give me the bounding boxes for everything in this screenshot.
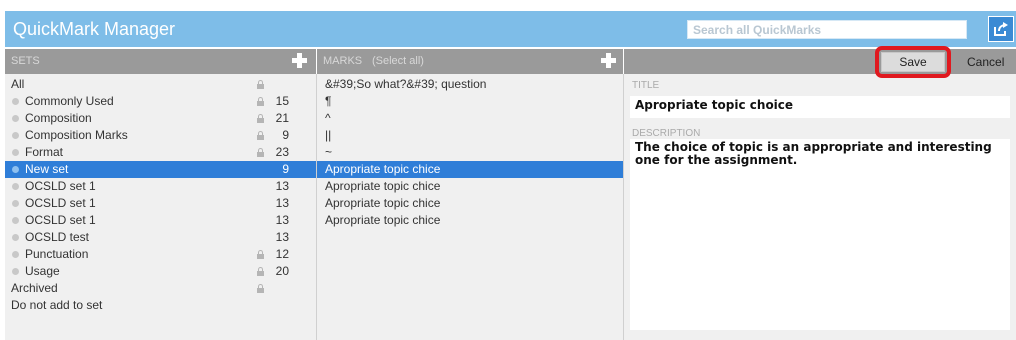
set-item-label: OCSLD set 1: [25, 196, 96, 210]
export-button[interactable]: [988, 16, 1014, 42]
set-item[interactable]: Commonly Used 15: [5, 93, 316, 110]
mark-item-label: Apropriate topic chice: [325, 162, 441, 176]
set-item[interactable]: Format 23: [5, 144, 316, 161]
set-item-count: 15: [275, 94, 289, 108]
set-color-dot-icon: [12, 149, 19, 156]
set-item-label: Do not add to set: [11, 298, 103, 312]
marks-list: &#39;So what?&#39; question ¶ ^ || ~ Apropria…: [317, 74, 624, 340]
lock-icon: [257, 250, 264, 259]
set-item[interactable]: OCSLD set 1 13: [5, 195, 316, 212]
set-color-dot-icon: [12, 183, 19, 190]
set-item-label: Archived: [11, 281, 58, 295]
lock-icon: [257, 284, 264, 293]
sets-header: SETS: [5, 49, 316, 74]
mark-item[interactable]: &#39;So what?&#39; question: [317, 76, 623, 93]
set-item-label: Composition Marks: [25, 128, 128, 142]
select-all-link[interactable]: (Select all): [372, 55, 424, 67]
mark-item[interactable]: Apropriate topic chice: [317, 161, 623, 178]
mark-item[interactable]: Apropriate topic chice: [317, 212, 623, 229]
set-item-count: 13: [275, 230, 289, 244]
mark-item-label: ~: [325, 145, 333, 159]
set-item[interactable]: Composition 21: [5, 110, 316, 127]
export-icon: [994, 22, 1008, 36]
set-item[interactable]: Composition Marks 9: [5, 127, 316, 144]
set-item-count: 20: [275, 264, 289, 278]
title-label: TITLE: [632, 80, 660, 91]
mark-item-label: ||: [325, 128, 332, 142]
set-item[interactable]: Punctuation 12: [5, 246, 316, 263]
set-item-label: New set: [25, 162, 69, 176]
add-mark-icon[interactable]: [601, 53, 616, 68]
set-item-count: 21: [275, 111, 289, 125]
set-item-count: 13: [275, 196, 289, 210]
set-item-count: 23: [275, 145, 289, 159]
description-field[interactable]: The choice of topic is an appropriate an…: [630, 139, 1010, 330]
set-item-count: 9: [282, 162, 289, 176]
mark-item[interactable]: ||: [317, 127, 623, 144]
set-item[interactable]: All: [5, 76, 316, 93]
description-label: DESCRIPTION: [632, 128, 701, 139]
set-item[interactable]: OCSLD test 13: [5, 229, 316, 246]
set-color-dot-icon: [12, 251, 19, 258]
set-item-label: Format: [25, 145, 64, 159]
lock-icon: [257, 148, 264, 157]
mark-item-label: ¶: [325, 94, 332, 108]
set-color-dot-icon: [12, 200, 19, 207]
mark-item[interactable]: Apropriate topic chice: [317, 178, 623, 195]
app-title: QuickMark Manager: [13, 19, 176, 39]
set-item[interactable]: Usage 20: [5, 263, 316, 280]
set-item-count: 13: [275, 213, 289, 227]
set-item-count: 13: [275, 179, 289, 193]
set-item-label: Usage: [25, 264, 60, 278]
set-item-label: OCSLD set 1: [25, 179, 96, 193]
cancel-button[interactable]: Cancel: [967, 55, 1004, 69]
lock-icon: [257, 267, 264, 276]
set-color-dot-icon: [12, 115, 19, 122]
set-color-dot-icon: [12, 268, 19, 275]
set-item-label: Composition: [25, 111, 92, 125]
title-bar: QuickMark Manager: [5, 11, 1016, 47]
quickmark-manager-window: QuickMark Manager SETS MARKS (Select all…: [5, 11, 1016, 340]
set-color-dot-icon: [12, 166, 19, 173]
marks-header-label: MARKS: [323, 55, 363, 67]
sets-header-label: SETS: [11, 55, 40, 67]
marks-header: MARKS (Select all): [317, 49, 623, 74]
mark-item-label: Apropriate topic chice: [325, 179, 441, 193]
add-set-icon[interactable]: [292, 53, 307, 68]
set-item[interactable]: Do not add to set: [5, 297, 316, 314]
save-button-highlight: [875, 46, 951, 78]
mark-item[interactable]: ¶: [317, 93, 623, 110]
set-item[interactable]: New set 9: [5, 161, 316, 178]
set-color-dot-icon: [12, 132, 19, 139]
set-item-label: Commonly Used: [25, 94, 114, 108]
set-color-dot-icon: [12, 98, 19, 105]
mark-item-label: ^: [325, 111, 331, 125]
lock-icon: [257, 114, 264, 123]
set-item-count: 12: [275, 247, 289, 261]
mark-item[interactable]: ^: [317, 110, 623, 127]
set-item[interactable]: OCSLD set 1 13: [5, 212, 316, 229]
mark-item-label: Apropriate topic chice: [325, 196, 441, 210]
set-item-label: All: [11, 77, 25, 91]
mark-item[interactable]: Apropriate topic chice: [317, 195, 623, 212]
set-item-label: OCSLD set 1: [25, 213, 96, 227]
detail-header: [624, 49, 1016, 74]
mark-item-label: Apropriate topic chice: [325, 213, 441, 227]
set-item[interactable]: Archived: [5, 280, 316, 297]
sets-list: All Commonly Used 15 Composition 21 Compositi…: [5, 74, 317, 340]
set-item-label: Punctuation: [25, 247, 89, 261]
set-color-dot-icon: [12, 234, 19, 241]
lock-icon: [257, 97, 264, 106]
lock-icon: [257, 80, 264, 89]
mark-detail-panel: TITLE Apropriate topic choice DESCRIPTIO…: [624, 74, 1016, 340]
set-color-dot-icon: [12, 217, 19, 224]
set-item[interactable]: OCSLD set 1 13: [5, 178, 316, 195]
search-input[interactable]: [687, 20, 967, 39]
mark-item-label: &#39;So what?&#39; question: [325, 77, 487, 91]
set-item-count: 9: [282, 128, 289, 142]
mark-item[interactable]: ~: [317, 144, 623, 161]
lock-icon: [257, 131, 264, 140]
set-item-label: OCSLD test: [25, 230, 90, 244]
title-field[interactable]: Apropriate topic choice: [630, 96, 1010, 118]
